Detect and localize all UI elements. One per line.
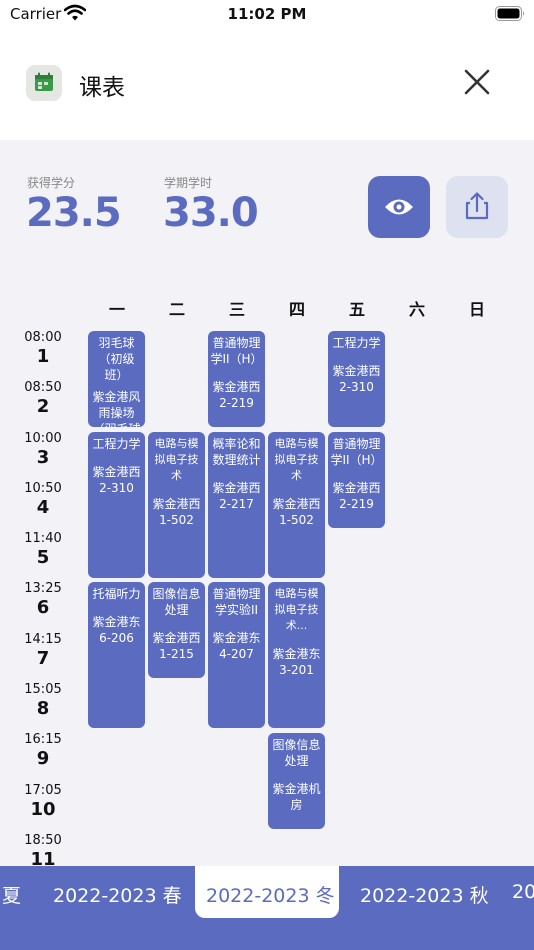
day-header-thu: 四 — [288, 300, 305, 319]
period-time: 10:00 — [24, 431, 62, 446]
course-location: 紫金港东4-207 — [212, 631, 261, 661]
course-name: 图像信息处理 — [152, 587, 201, 617]
period-number: 4 — [36, 497, 50, 518]
semester-tab[interactable]: 2022-2023 秋 — [360, 881, 489, 908]
credits-label: 获得学分 — [27, 176, 76, 190]
day-header-tue: 二 — [168, 300, 185, 319]
period-number: 10 — [30, 799, 56, 820]
battery-icon — [495, 6, 524, 21]
day-header-sat: 六 — [408, 300, 425, 319]
semester-tab[interactable]: 20 — [512, 881, 534, 903]
period-time: 17:05 — [24, 783, 62, 798]
course-location: 紫金港西2-219 — [332, 481, 381, 511]
hours-label: 学期学时 — [164, 176, 213, 190]
course-location: 紫金港风雨操场（羽毛球场） — [92, 390, 141, 427]
close-icon[interactable] — [456, 61, 498, 103]
share-icon — [465, 192, 489, 220]
course-location: 紫金港西2-310 — [92, 465, 141, 495]
course-name: 图像信息处理 — [272, 738, 321, 768]
day-header-mon: 一 — [108, 300, 125, 319]
day-header-sun: 日 — [468, 300, 485, 319]
course-card[interactable]: 普通物理学实验II 紫金港东4-207 — [208, 582, 265, 728]
course-location: 紫金港西2-219 — [212, 380, 261, 410]
period-time: 15:05 — [24, 682, 62, 697]
semester-tab[interactable]: 2022-2023 春 — [53, 881, 182, 908]
course-name: 工程力学 — [92, 437, 141, 451]
course-location: 紫金港机房 — [272, 782, 321, 812]
period-time: 16:15 — [24, 732, 62, 747]
header: 课表 — [0, 30, 534, 140]
hours-value: 33.0 — [163, 190, 259, 236]
course-location: 紫金港西1-502 — [152, 497, 201, 527]
day-header-wed: 三 — [228, 300, 245, 319]
period-number: 3 — [36, 447, 50, 468]
course-name: 羽毛球（初级班） — [98, 336, 135, 382]
course-name: 电路与模拟电子技术 — [274, 437, 319, 482]
course-card[interactable]: 电路与模拟电子技术 紫金港西1-502 — [268, 432, 325, 578]
course-name: 电路与模拟电子技术... — [274, 587, 319, 632]
semester-tab-active[interactable]: 2022-2023 冬 — [206, 881, 335, 908]
course-card[interactable]: 工程力学 紫金港西2-310 — [328, 331, 385, 427]
course-location: 紫金港西1-215 — [152, 631, 201, 661]
visibility-toggle-button[interactable] — [368, 176, 430, 238]
period-time: 08:50 — [24, 380, 62, 395]
course-name: 工程力学 — [332, 336, 381, 350]
period-number: 5 — [36, 547, 50, 568]
period-number: 9 — [36, 748, 50, 769]
course-location: 紫金港东3-201 — [272, 647, 321, 677]
course-card[interactable]: 普通物理学II（H） 紫金港西2-219 — [328, 432, 385, 528]
course-card[interactable]: 概率论和数理统计 紫金港西2-217 — [208, 432, 265, 578]
course-card[interactable]: 托福听力 紫金港东6-206 — [88, 582, 145, 728]
semester-tab[interactable]: 夏 — [2, 881, 21, 908]
course-card[interactable]: 电路与模拟电子技术 紫金港西1-502 — [148, 432, 205, 578]
course-location: 紫金港西2-217 — [212, 481, 261, 511]
eye-icon — [385, 199, 413, 215]
period-number: 2 — [36, 396, 50, 417]
period-time: 11:40 — [24, 531, 62, 546]
period-time: 14:15 — [24, 632, 62, 647]
course-name: 概率论和数理统计 — [212, 437, 261, 467]
credits-value: 23.5 — [26, 190, 122, 236]
period-number: 1 — [36, 346, 50, 367]
course-card[interactable]: 图像信息处理 紫金港西1-215 — [148, 582, 205, 678]
period-time: 18:50 — [24, 833, 62, 848]
course-location: 紫金港西2-310 — [332, 364, 381, 394]
calendar-icon — [26, 65, 62, 101]
period-time: 13:25 — [24, 581, 62, 596]
course-location: 紫金港东6-206 — [92, 615, 141, 645]
course-card[interactable]: 普通物理学II（H） 紫金港西2-219 — [208, 331, 265, 427]
period-time: 10:50 — [24, 481, 62, 496]
course-name: 托福听力 — [92, 587, 141, 601]
share-button[interactable] — [446, 176, 508, 238]
status-time: 11:02 PM — [227, 5, 307, 23]
period-number: 6 — [36, 597, 50, 618]
period-number: 7 — [36, 648, 50, 669]
period-number: 8 — [36, 698, 50, 719]
course-name: 电路与模拟电子技术 — [154, 437, 199, 482]
course-card[interactable]: 羽毛球（初级班） 紫金港风雨操场（羽毛球场） — [88, 331, 145, 427]
course-name: 普通物理学II（H） — [210, 336, 263, 366]
period-time: 08:00 — [24, 330, 62, 345]
course-name: 普通物理学实验II — [212, 587, 261, 617]
page-title: 课表 — [79, 75, 125, 101]
course-card[interactable]: 电路与模拟电子技术... 紫金港东3-201 — [268, 582, 325, 728]
course-card[interactable]: 工程力学 紫金港西2-310 — [88, 432, 145, 578]
course-location: 紫金港西1-502 — [272, 497, 321, 527]
course-card[interactable]: 图像信息处理 紫金港机房 — [268, 733, 325, 829]
course-name: 普通物理学II（H） — [330, 437, 383, 467]
day-header-fri: 五 — [348, 300, 365, 319]
